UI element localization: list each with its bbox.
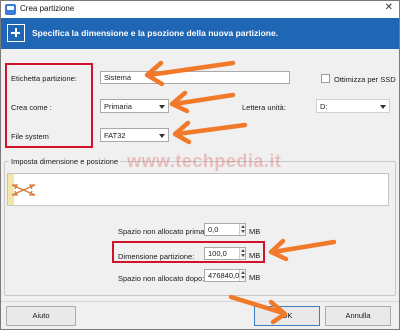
unalloc-before-value: 0,0 [208, 225, 219, 234]
unalloc-after-input[interactable]: 476840,0 [204, 269, 246, 282]
drive-letter-label: Lettera unità: [242, 103, 286, 112]
cancel-button[interactable]: Annulla [325, 306, 391, 326]
arrow-annotation [172, 120, 248, 145]
arrow-annotation [169, 90, 236, 114]
footer-divider [1, 301, 399, 302]
unalloc-after-label: Spazio non allocato dopo: [118, 274, 205, 283]
labels-highlight-box [5, 63, 93, 148]
unalloc-before-label: Spazio non allocato prima: [118, 227, 207, 236]
chevron-down-icon [159, 105, 165, 109]
chevron-down-icon [159, 134, 165, 138]
filesystem-select[interactable]: FAT32 [100, 128, 169, 142]
app-icon [5, 4, 16, 15]
help-button[interactable]: Aiuto [6, 306, 76, 326]
title-bar: Crea partizione ✕ [1, 1, 399, 18]
drive-letter-select[interactable]: D: [316, 99, 390, 113]
unalloc-after-value: 476840,0 [208, 271, 240, 280]
unalloc-before-input[interactable]: 0,0 [204, 223, 246, 236]
add-partition-icon [7, 24, 25, 42]
ssd-checkbox[interactable] [321, 74, 330, 83]
banner-text: Specifica la dimensione e la psozione de… [32, 28, 279, 38]
create-as-value: Primaria [104, 102, 132, 111]
drive-letter-value: D: [320, 102, 328, 111]
ssd-label: Ottimizza per SSD [334, 75, 396, 84]
header-banner: Specifica la dimensione e la psozione de… [1, 18, 399, 49]
unalloc-after-unit: MB [249, 273, 261, 282]
unalloc-before-unit: MB [249, 227, 261, 236]
partition-label-input[interactable]: Sistema [100, 71, 290, 84]
size-highlight-box [112, 241, 265, 263]
ok-button[interactable]: OK [254, 306, 320, 326]
window-title: Crea partizione [20, 4, 75, 13]
spinner-icon[interactable] [239, 270, 245, 281]
size-position-title: Imposta dimensione e posizione [9, 157, 121, 166]
filesystem-value: FAT32 [104, 131, 126, 140]
partition-map[interactable] [7, 173, 389, 206]
resize-arrows-icon[interactable] [9, 181, 39, 199]
chevron-down-icon [380, 105, 386, 109]
create-as-select[interactable]: Primaria [100, 99, 169, 113]
watermark: www.techpedia.it [127, 151, 282, 171]
spinner-icon[interactable] [239, 224, 245, 235]
close-icon[interactable]: ✕ [385, 2, 393, 13]
create-partition-dialog: Crea partizione ✕ Specifica la dimension… [0, 0, 400, 330]
